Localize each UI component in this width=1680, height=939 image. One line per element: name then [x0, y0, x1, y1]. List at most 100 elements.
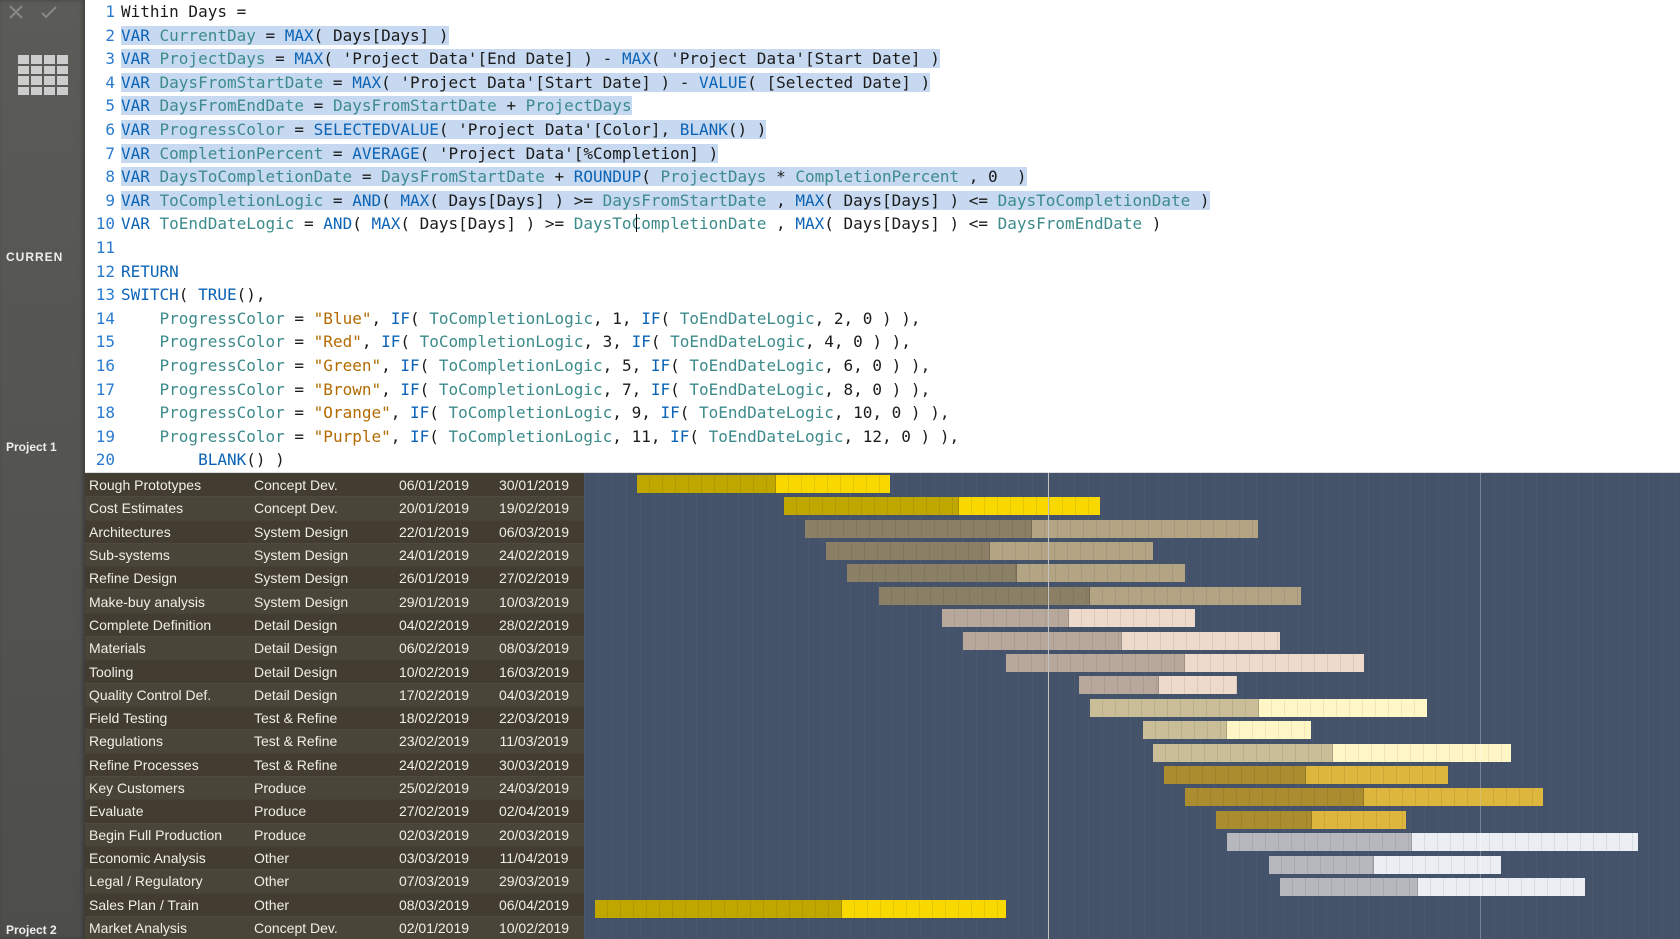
cell-task: Market Analysis [85, 920, 254, 936]
table-row[interactable]: Key CustomersProduce25/02/201924/03/2019 [85, 776, 584, 799]
code-line[interactable]: 11 [85, 236, 1680, 260]
gantt-bar[interactable] [1153, 744, 1511, 762]
label-project-2[interactable]: Project 2 [6, 923, 57, 937]
code-line[interactable]: 8VAR DaysToCompletionDate = DaysFromStar… [85, 165, 1680, 189]
gantt-bar[interactable] [1079, 676, 1237, 694]
label-project-1[interactable]: Project 1 [6, 440, 57, 454]
code-content[interactable]: RETURN [121, 260, 1680, 284]
code-content[interactable]: VAR DaysFromStartDate = MAX( 'Project Da… [121, 71, 1680, 95]
gantt-bar[interactable] [805, 520, 1258, 538]
code-content[interactable]: ProgressColor = "Brown", IF( ToCompletio… [121, 378, 1680, 402]
code-content[interactable]: ProgressColor = "Red", IF( ToCompletionL… [121, 330, 1680, 354]
code-line[interactable]: 5VAR DaysFromEndDate = DaysFromStartDate… [85, 94, 1680, 118]
gantt-bar[interactable] [963, 632, 1279, 650]
table-row[interactable]: Make-buy analysisSystem Design29/01/2019… [85, 589, 584, 612]
gantt-bar[interactable] [826, 542, 1153, 560]
code-content[interactable]: VAR ToCompletionLogic = AND( MAX( Days[D… [121, 189, 1680, 213]
code-line[interactable]: 4VAR DaysFromStartDate = MAX( 'Project D… [85, 71, 1680, 95]
gutter-number: 19 [85, 425, 121, 449]
table-row[interactable]: Economic AnalysisOther03/03/201911/04/20… [85, 846, 584, 869]
code-line[interactable]: 10VAR ToEndDateLogic = AND( MAX( Days[Da… [85, 212, 1680, 236]
table-row[interactable]: ArchitecturesSystem Design22/01/201906/0… [85, 520, 584, 543]
gantt-bar[interactable] [1280, 878, 1586, 896]
code-content[interactable]: Within Days = [121, 0, 1680, 24]
code-content[interactable]: VAR CurrentDay = MAX( Days[Days] ) [121, 24, 1680, 48]
table-row[interactable]: Sales Plan / TrainOther08/03/201906/04/2… [85, 893, 584, 916]
code-line[interactable]: 6VAR ProgressColor = SELECTEDVALUE( 'Pro… [85, 118, 1680, 142]
gantt-bar[interactable] [847, 564, 1184, 582]
gantt-bar[interactable] [1185, 788, 1543, 806]
table-row[interactable]: Begin Full ProductionProduce02/03/201920… [85, 823, 584, 846]
code-line[interactable]: 20 BLANK() ) [85, 448, 1680, 472]
cell-task: Complete Definition [85, 617, 254, 633]
cell-end: 19/02/2019 [484, 500, 584, 516]
code-line[interactable]: 18 ProgressColor = "Orange", IF( ToCompl… [85, 401, 1680, 425]
table-row[interactable]: RegulationsTest & Refine23/02/201911/03/… [85, 729, 584, 752]
commit-icon[interactable] [40, 4, 58, 23]
gutter-number: 1 [85, 0, 121, 24]
code-line[interactable]: 3VAR ProjectDays = MAX( 'Project Data'[E… [85, 47, 1680, 71]
formula-bar[interactable]: 1Within Days =2VAR CurrentDay = MAX( Day… [85, 0, 1680, 473]
code-line[interactable]: 2VAR CurrentDay = MAX( Days[Days] ) [85, 24, 1680, 48]
table-row[interactable]: Rough PrototypesConcept Dev.06/01/201930… [85, 473, 584, 496]
table-row[interactable]: MaterialsDetail Design06/02/201908/03/20… [85, 636, 584, 659]
gantt-row [584, 585, 1680, 607]
table-row[interactable]: Refine ProcessesTest & Refine24/02/20193… [85, 753, 584, 776]
cell-end: 16/03/2019 [484, 664, 584, 680]
code-content[interactable]: VAR ToEndDateLogic = AND( MAX( Days[Days… [121, 212, 1680, 236]
code-line[interactable]: 7VAR CompletionPercent = AVERAGE( 'Proje… [85, 142, 1680, 166]
code-content[interactable]: ProgressColor = "Green", IF( ToCompletio… [121, 354, 1680, 378]
code-content[interactable] [121, 236, 1680, 260]
code-content[interactable]: VAR ProgressColor = SELECTEDVALUE( 'Proj… [121, 118, 1680, 142]
gantt-bar[interactable] [1216, 811, 1406, 829]
table-row[interactable]: Cost EstimatesConcept Dev.20/01/201919/0… [85, 496, 584, 519]
gantt-bar[interactable] [879, 587, 1301, 605]
cell-end: 11/03/2019 [484, 733, 584, 749]
gantt-row [584, 742, 1680, 764]
gantt-bar[interactable] [942, 609, 1195, 627]
code-line[interactable]: 15 ProgressColor = "Red", IF( ToCompleti… [85, 330, 1680, 354]
gantt-bar[interactable] [1164, 766, 1449, 784]
table-row[interactable]: Field TestingTest & Refine18/02/201922/0… [85, 706, 584, 729]
code-line[interactable]: 12RETURN [85, 260, 1680, 284]
table-row[interactable]: Market AnalysisConcept Dev.02/01/201910/… [85, 916, 584, 939]
gantt-bar[interactable] [784, 497, 1100, 515]
code-line[interactable]: 13SWITCH( TRUE(), [85, 283, 1680, 307]
code-content[interactable]: VAR CompletionPercent = AVERAGE( 'Projec… [121, 142, 1680, 166]
code-content[interactable]: ProgressColor = "Blue", IF( ToCompletion… [121, 307, 1680, 331]
gantt-row [584, 540, 1680, 562]
table-row[interactable]: Sub-systemsSystem Design24/01/201924/02/… [85, 543, 584, 566]
code-line[interactable]: 19 ProgressColor = "Purple", IF( ToCompl… [85, 425, 1680, 449]
code-content[interactable]: ProgressColor = "Orange", IF( ToCompleti… [121, 401, 1680, 425]
code-content[interactable]: VAR DaysFromEndDate = DaysFromStartDate … [121, 94, 1680, 118]
code-content[interactable]: VAR ProjectDays = MAX( 'Project Data'[En… [121, 47, 1680, 71]
gantt-bar[interactable] [1006, 654, 1364, 672]
gantt-bar[interactable] [595, 900, 1006, 918]
code-line[interactable]: 14 ProgressColor = "Blue", IF( ToComplet… [85, 307, 1680, 331]
gantt-bar[interactable] [1269, 856, 1501, 874]
code-content[interactable]: VAR DaysToCompletionDate = DaysFromStart… [121, 165, 1680, 189]
table-row[interactable]: Legal / RegulatoryOther07/03/201929/03/2… [85, 869, 584, 892]
code-line[interactable]: 9VAR ToCompletionLogic = AND( MAX( Days[… [85, 189, 1680, 213]
gantt-bar[interactable] [1227, 833, 1638, 851]
table-row[interactable]: Refine DesignSystem Design26/01/201927/0… [85, 566, 584, 589]
code-content[interactable]: BLANK() ) [121, 448, 1680, 472]
cell-start: 29/01/2019 [384, 594, 484, 610]
matrix-icon[interactable] [18, 55, 68, 95]
table-row[interactable]: ToolingDetail Design10/02/201916/03/2019 [85, 659, 584, 682]
table-row[interactable]: Complete DefinitionDetail Design04/02/20… [85, 613, 584, 636]
gantt-chart[interactable] [584, 473, 1680, 939]
gantt-row [584, 674, 1680, 696]
code-line[interactable]: 16 ProgressColor = "Green", IF( ToComple… [85, 354, 1680, 378]
gantt-bar[interactable] [1090, 699, 1427, 717]
code-line[interactable]: 1Within Days = [85, 0, 1680, 24]
code-line[interactable]: 17 ProgressColor = "Brown", IF( ToComple… [85, 378, 1680, 402]
gantt-row [584, 630, 1680, 652]
code-content[interactable]: SWITCH( TRUE(), [121, 283, 1680, 307]
gantt-bar[interactable] [1143, 721, 1312, 739]
table-row[interactable]: EvaluateProduce27/02/201902/04/2019 [85, 799, 584, 822]
code-content[interactable]: ProgressColor = "Purple", IF( ToCompleti… [121, 425, 1680, 449]
gantt-bar[interactable] [637, 475, 890, 493]
cancel-icon[interactable] [8, 4, 24, 23]
table-row[interactable]: Quality Control Def.Detail Design17/02/2… [85, 683, 584, 706]
